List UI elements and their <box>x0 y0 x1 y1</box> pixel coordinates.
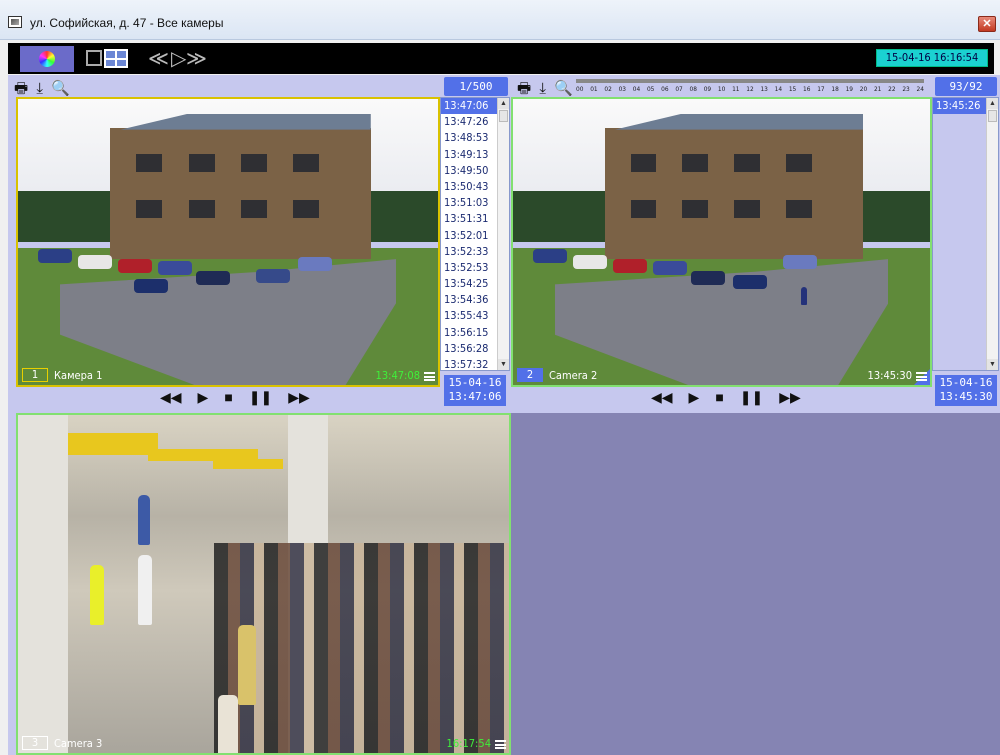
fast-forward-button[interactable]: ▶▶ <box>779 389 801 406</box>
camera3-timestamp: 16:17:54 <box>446 737 491 750</box>
color-wheel-icon <box>39 51 55 67</box>
timeline-tick-label: 06 <box>661 85 669 93</box>
timeline-tick-label: 07 <box>675 85 683 93</box>
timeline-tick-label: 01 <box>590 85 598 93</box>
timeline-tick-label: 20 <box>859 85 868 93</box>
stop-button[interactable]: ■ <box>224 389 232 406</box>
camera2-panel: 🖶 ⤓ 🔍 93/92 2 Camera 2 13:45:30 00 01 02… <box>511 75 1000 413</box>
scroll-down-icon[interactable]: ▼ <box>987 359 998 370</box>
camera1-video[interactable]: 1 Камера 1 13:47:08 <box>16 97 440 387</box>
search-icon[interactable]: 🔍 <box>554 80 575 97</box>
layout-quad-button[interactable] <box>104 49 128 68</box>
timeline-tick-label: 21 <box>873 85 882 93</box>
color-settings-button[interactable] <box>20 46 74 72</box>
timeline-tick-label: 02 <box>604 85 612 93</box>
pause-button[interactable]: ❚❚ <box>249 389 272 406</box>
camera3-label: 3 Camera 3 <box>22 736 102 750</box>
camera2-datetime: 15-04-16 13:45:30 <box>935 375 997 406</box>
timeline-tick-label: 13 <box>760 85 768 93</box>
previous-layout-button[interactable]: ≪ <box>148 46 169 71</box>
camera1-datetime: 15-04-16 13:47:06 <box>444 375 506 406</box>
scroll-thumb[interactable] <box>988 110 997 122</box>
timeline-tick-label: 22 <box>888 85 896 93</box>
camera2-menu-icon[interactable] <box>916 372 927 381</box>
camera2-name: Camera 2 <box>549 368 598 382</box>
camera1-panel: 🖶 ⤓ 🔍 1/500 1 Камера 1 13:47:08 13:47:06… <box>8 75 511 413</box>
camera2-pager[interactable]: 93/92 <box>935 77 997 96</box>
camera2-playback-controls: ◀◀ ▶ ■ ❚❚ ▶▶ <box>651 389 801 406</box>
timeline-tick-label: 04 <box>632 85 641 93</box>
timeline-tick-label: 10 <box>717 85 726 93</box>
app-icon <box>8 16 22 28</box>
camera2-clock: 13:45:30 <box>939 390 993 403</box>
camera2-timestamp: 13:45:30 <box>867 369 912 382</box>
timeline-tick-label: 19 <box>845 85 854 93</box>
window-titlebar: ул. Софийская, д. 47 - Все камеры ✕ <box>0 0 1000 40</box>
camera2-video[interactable]: 2 Camera 2 13:45:30 <box>511 97 932 387</box>
stop-button[interactable]: ■ <box>715 389 723 406</box>
camera2-event-list[interactable]: 13:45:26 ▲ ▼ <box>932 97 999 371</box>
timeline-tick-label: 00 <box>576 85 584 93</box>
play-layout-button[interactable]: ▷ <box>171 46 186 71</box>
camera1-date: 15-04-16 <box>448 376 502 389</box>
play-button[interactable]: ▶ <box>689 389 700 406</box>
camera1-number: 1 <box>22 368 48 382</box>
camera1-pager[interactable]: 1/500 <box>444 77 508 96</box>
camera3-menu-icon[interactable] <box>495 740 506 749</box>
camera1-event-list[interactable]: 13:47:06 13:47:26 13:48:53 13:49:13 13:49:50… <box>440 97 510 371</box>
print-icon[interactable]: 🖶 <box>517 80 533 97</box>
camera3-name: Camera 3 <box>54 736 103 750</box>
camera3-number: 3 <box>22 736 48 750</box>
timeline-tick-label: 15 <box>788 85 797 93</box>
camera2-timeline[interactable]: 00 01 02 03 04 05 06 07 08 09 10 11 12 13 14 15 16 17 18 19… <box>576 77 924 95</box>
camera2-number: 2 <box>517 368 543 382</box>
camera2-date: 15-04-16 <box>939 376 993 389</box>
camera1-playback-controls: ◀◀ ▶ ■ ❚❚ ▶▶ <box>160 389 310 406</box>
main-toolbar: ≪ ▷ ≫ 15-04-16 16:16:54 <box>8 43 994 74</box>
timeline-tick-label: 12 <box>746 85 754 93</box>
close-button[interactable]: ✕ <box>978 16 996 32</box>
timeline-tick-label: 16 <box>803 85 811 93</box>
print-icon[interactable]: 🖶 <box>14 80 30 97</box>
timeline-tick-label: 18 <box>831 85 839 93</box>
scroll-up-icon[interactable]: ▲ <box>987 98 998 109</box>
pause-button[interactable]: ❚❚ <box>740 389 763 406</box>
rewind-button[interactable]: ◀◀ <box>160 389 182 406</box>
scroll-up-icon[interactable]: ▲ <box>498 98 509 109</box>
camera1-name: Камера 1 <box>54 368 103 382</box>
rewind-button[interactable]: ◀◀ <box>651 389 673 406</box>
system-datetime: 15-04-16 16:16:54 <box>876 49 988 67</box>
layout-single-button[interactable] <box>86 50 102 66</box>
timeline-tick-label: 05 <box>646 85 655 93</box>
timeline-tick-label: 14 <box>774 85 783 93</box>
camera2-event-scrollbar[interactable]: ▲ ▼ <box>986 98 998 370</box>
fast-forward-button[interactable]: ▶▶ <box>288 389 310 406</box>
camera1-menu-icon[interactable] <box>424 372 435 381</box>
camera1-timestamp: 13:47:08 <box>375 369 420 382</box>
export-icon[interactable]: ⤓ <box>539 80 548 97</box>
timeline-tick-label: 03 <box>618 85 627 93</box>
window-title: ул. Софийская, д. 47 - Все камеры <box>30 16 224 30</box>
search-icon[interactable]: 🔍 <box>51 80 72 97</box>
timeline-tick-label: 24 <box>916 85 924 93</box>
camera1-clock: 13:47:06 <box>448 390 502 403</box>
scroll-down-icon[interactable]: ▼ <box>498 359 509 370</box>
next-layout-button[interactable]: ≫ <box>186 46 207 71</box>
camera1-label: 1 Камера 1 <box>22 368 102 382</box>
export-icon[interactable]: ⤓ <box>36 80 45 97</box>
left-strip <box>8 413 16 755</box>
scroll-thumb[interactable] <box>499 110 508 122</box>
camera1-event-scrollbar[interactable]: ▲ ▼ <box>497 98 509 370</box>
timeline-tick-label: 23 <box>902 85 910 93</box>
timeline-tick-label: 08 <box>689 85 697 93</box>
empty-camera-cell[interactable] <box>511 413 1000 755</box>
timeline-tick-label: 09 <box>703 85 712 93</box>
play-button[interactable]: ▶ <box>198 389 209 406</box>
camera3-video[interactable]: 3 Camera 3 16:17:54 <box>16 413 511 755</box>
timeline-tick-label: 11 <box>732 85 740 93</box>
timeline-tick-label: 17 <box>817 85 825 93</box>
camera2-label: 2 Camera 2 <box>517 368 597 382</box>
